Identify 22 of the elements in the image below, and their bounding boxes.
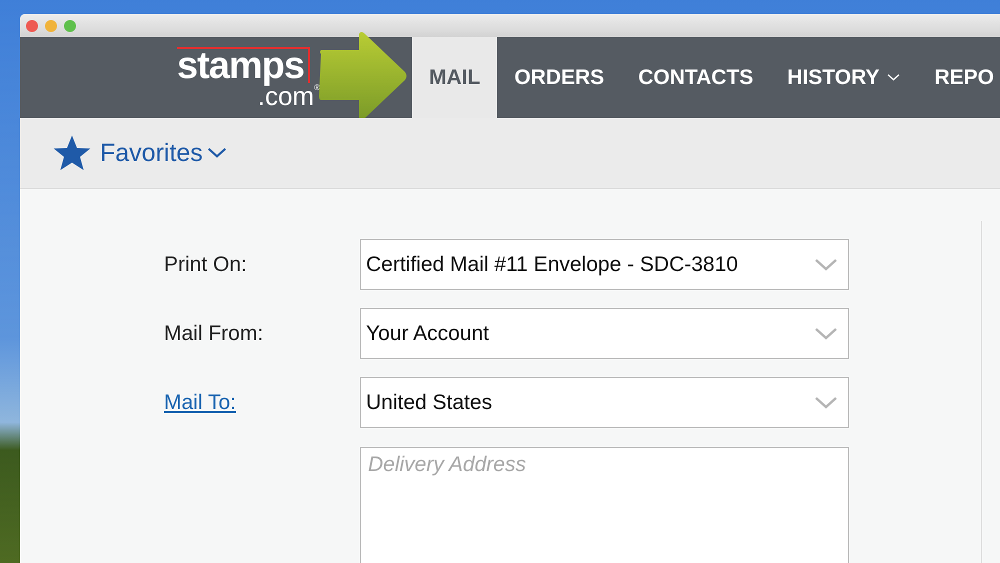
field-label: Mail From: [164, 322, 264, 346]
minimize-button[interactable] [45, 20, 57, 32]
select-field[interactable]: United States [360, 377, 849, 428]
zoom-button[interactable] [64, 20, 76, 32]
chevron-down-icon [814, 258, 838, 270]
select-field[interactable]: Certified Mail #11 Envelope - SDC-3810 [360, 239, 849, 290]
chevron-down-icon [206, 147, 227, 159]
chevron-down-icon [887, 73, 900, 82]
chevron-down-icon [814, 396, 838, 408]
nav-tab[interactable]: REPO [917, 37, 1000, 118]
close-button[interactable] [26, 20, 38, 32]
nav-tab[interactable]: CONTACTS [621, 37, 770, 118]
nav-tab[interactable]: HISTORY [770, 37, 918, 118]
nav-tab[interactable]: MAIL [412, 37, 498, 118]
field-label: Print On: [164, 252, 248, 276]
address-field[interactable]: Delivery Address [360, 447, 849, 563]
select-field[interactable]: Your Account [360, 308, 849, 359]
field-label-link[interactable]: Mail To: [164, 390, 236, 414]
star-icon [52, 133, 92, 173]
favorites-dropdown[interactable]: Favorites [100, 138, 227, 168]
chevron-down-icon [814, 328, 838, 340]
nav-tab[interactable]: ORDERS [497, 37, 622, 118]
